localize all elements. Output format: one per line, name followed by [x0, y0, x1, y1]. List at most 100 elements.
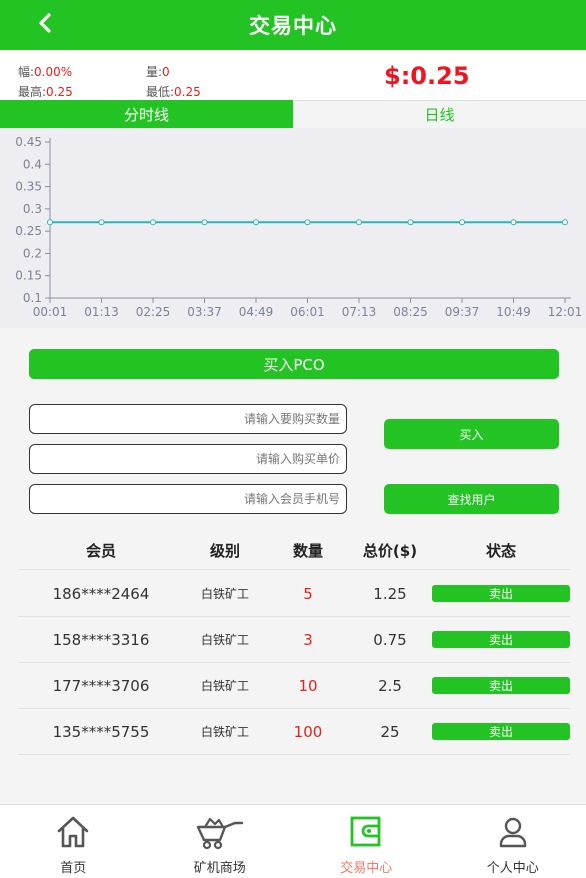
back-button[interactable]	[30, 8, 60, 38]
change-stat: 幅:0.00%	[18, 63, 72, 80]
status-cell: 卖出	[432, 709, 570, 754]
price-point	[98, 219, 105, 226]
volume-value: 0	[162, 65, 170, 79]
level-cell: 白铁矿工	[200, 633, 249, 647]
table-row: 158****3316 白铁矿工 3 0.75 卖出	[18, 617, 570, 663]
sell-button[interactable]: 卖出	[432, 585, 570, 602]
low-label: 最低:	[146, 85, 175, 99]
user-icon	[495, 812, 531, 852]
price-point	[253, 219, 259, 226]
page-title: 交易中心	[249, 14, 337, 38]
price-point	[510, 219, 517, 226]
total-cell: 25	[380, 722, 400, 741]
x-tick-label: 07:13	[342, 305, 377, 319]
buy-pco-button[interactable]: 买入PCO	[29, 349, 559, 379]
y-tick-label: 0.15	[15, 269, 42, 283]
bottom-nav: 首页 矿机商场 交易中心 个人中心	[0, 804, 586, 878]
unit-price-input[interactable]	[29, 444, 347, 474]
tab-intraday[interactable]: 分时线	[0, 100, 293, 128]
y-tick-label: 0.1	[23, 291, 42, 305]
nav-item-trading-center[interactable]: 交易中心	[293, 805, 440, 878]
level-cell: 白铁矿工	[200, 679, 249, 693]
price-point	[47, 219, 53, 226]
low-value: 0.25	[174, 85, 201, 99]
member-cell: 177****3706	[52, 676, 150, 695]
x-tick-label: 08:25	[393, 305, 428, 319]
total-cell: 2.5	[378, 676, 402, 695]
price-chart: 0.45 0.4 0.35 0.3 0.25 0.2 0.15 0.1 00:01 01:13 02…	[0, 128, 586, 328]
buy-button[interactable]: 买入	[384, 419, 559, 449]
quantity-cell: 3	[303, 630, 313, 649]
sell-button[interactable]: 卖出	[432, 723, 570, 740]
table-row: 177****3706 白铁矿工 10 2.5 卖出	[18, 663, 570, 709]
phone-input[interactable]	[29, 484, 347, 514]
volume-label: 量:	[146, 65, 163, 79]
price-point	[150, 219, 156, 226]
market-stats: 幅:0.00% 量:0 最高:0.25 最低:0.25 $:0.25	[0, 50, 586, 100]
level-cell: 白铁矿工	[200, 587, 249, 601]
volume-stat: 量:0	[146, 63, 170, 80]
x-tick-label: 12:01	[548, 305, 583, 319]
nav-label-home: 首页	[60, 861, 87, 876]
x-tick-label: 10:49	[496, 305, 531, 319]
nav-item-home[interactable]: 首页	[0, 805, 147, 878]
y-tick-label: 0.25	[15, 224, 42, 238]
trade-panel: 买入PCO 买入 查找用户 会员 级别 数量 总价($) 状态 186****2…	[0, 328, 586, 804]
member-cell: 158****3316	[52, 630, 150, 649]
price-point	[459, 219, 465, 226]
y-tick-label: 0.45	[15, 135, 42, 149]
x-tick-label: 03:37	[187, 305, 222, 319]
status-cell: 卖出	[432, 617, 570, 662]
home-icon	[55, 812, 91, 852]
high-stat: 最高:0.25	[18, 83, 73, 100]
low-stat: 最低:0.25	[146, 83, 201, 100]
nav-item-personal-center[interactable]: 个人中心	[440, 805, 586, 878]
nav-label-mining-mall: 矿机商场	[193, 861, 246, 876]
x-tick-label: 02:25	[136, 305, 171, 319]
price-point	[304, 219, 311, 226]
x-tick-label: 09:37	[445, 305, 480, 319]
header-level: 级别	[209, 542, 240, 560]
x-tick-label: 06:01	[290, 305, 325, 319]
price-chart-svg: 0.45 0.4 0.35 0.3 0.25 0.2 0.15 0.100:01 01:13 02…	[15, 135, 583, 319]
header-bar: 交易中心	[0, 0, 586, 50]
chevron-left-icon	[39, 13, 51, 33]
nav-label-trading-center: 交易中心	[340, 861, 393, 876]
price-point	[407, 219, 414, 226]
price-point	[201, 219, 208, 226]
total-cell: 0.75	[373, 630, 407, 649]
x-tick-label: 01:13	[84, 305, 119, 319]
table-row: 186****2464 白铁矿工 5 1.25 卖出	[18, 571, 570, 617]
quantity-input[interactable]	[29, 404, 347, 434]
header-quantity: 数量	[292, 542, 323, 560]
quantity-cell: 5	[303, 584, 313, 603]
sell-button[interactable]: 卖出	[432, 677, 570, 694]
change-label: 幅:	[18, 65, 35, 79]
header-status: 状态	[485, 542, 516, 560]
member-cell: 135****5755	[52, 722, 150, 741]
quantity-cell: 100	[293, 722, 323, 741]
total-cell: 1.25	[373, 584, 407, 603]
member-cell: 186****2464	[52, 584, 150, 603]
current-price: $:0.25	[384, 62, 470, 90]
price-point	[562, 219, 568, 226]
y-tick-label: 0.2	[23, 246, 42, 260]
table-row: 135****5755 白铁矿工 100 25 卖出	[18, 709, 570, 755]
header-member: 会员	[85, 542, 116, 560]
y-tick-label: 0.3	[23, 202, 42, 216]
status-cell: 卖出	[432, 663, 570, 708]
sell-button[interactable]: 卖出	[432, 631, 570, 648]
wallet-icon	[348, 812, 384, 852]
header-total: 总价($)	[362, 542, 418, 560]
mining-cart-icon	[195, 812, 245, 852]
y-tick-label: 0.4	[23, 157, 42, 171]
change-value: 0.00%	[34, 65, 73, 79]
y-tick-label: 0.35	[15, 180, 42, 194]
find-user-button[interactable]: 查找用户	[384, 484, 559, 514]
nav-label-personal-center: 个人中心	[486, 861, 539, 876]
level-cell: 白铁矿工	[200, 725, 249, 739]
high-value: 0.25	[46, 85, 73, 99]
tab-daily[interactable]: 日线	[293, 100, 586, 128]
x-tick-label: 00:01	[33, 305, 68, 319]
nav-item-mining-mall[interactable]: 矿机商场	[147, 805, 294, 878]
